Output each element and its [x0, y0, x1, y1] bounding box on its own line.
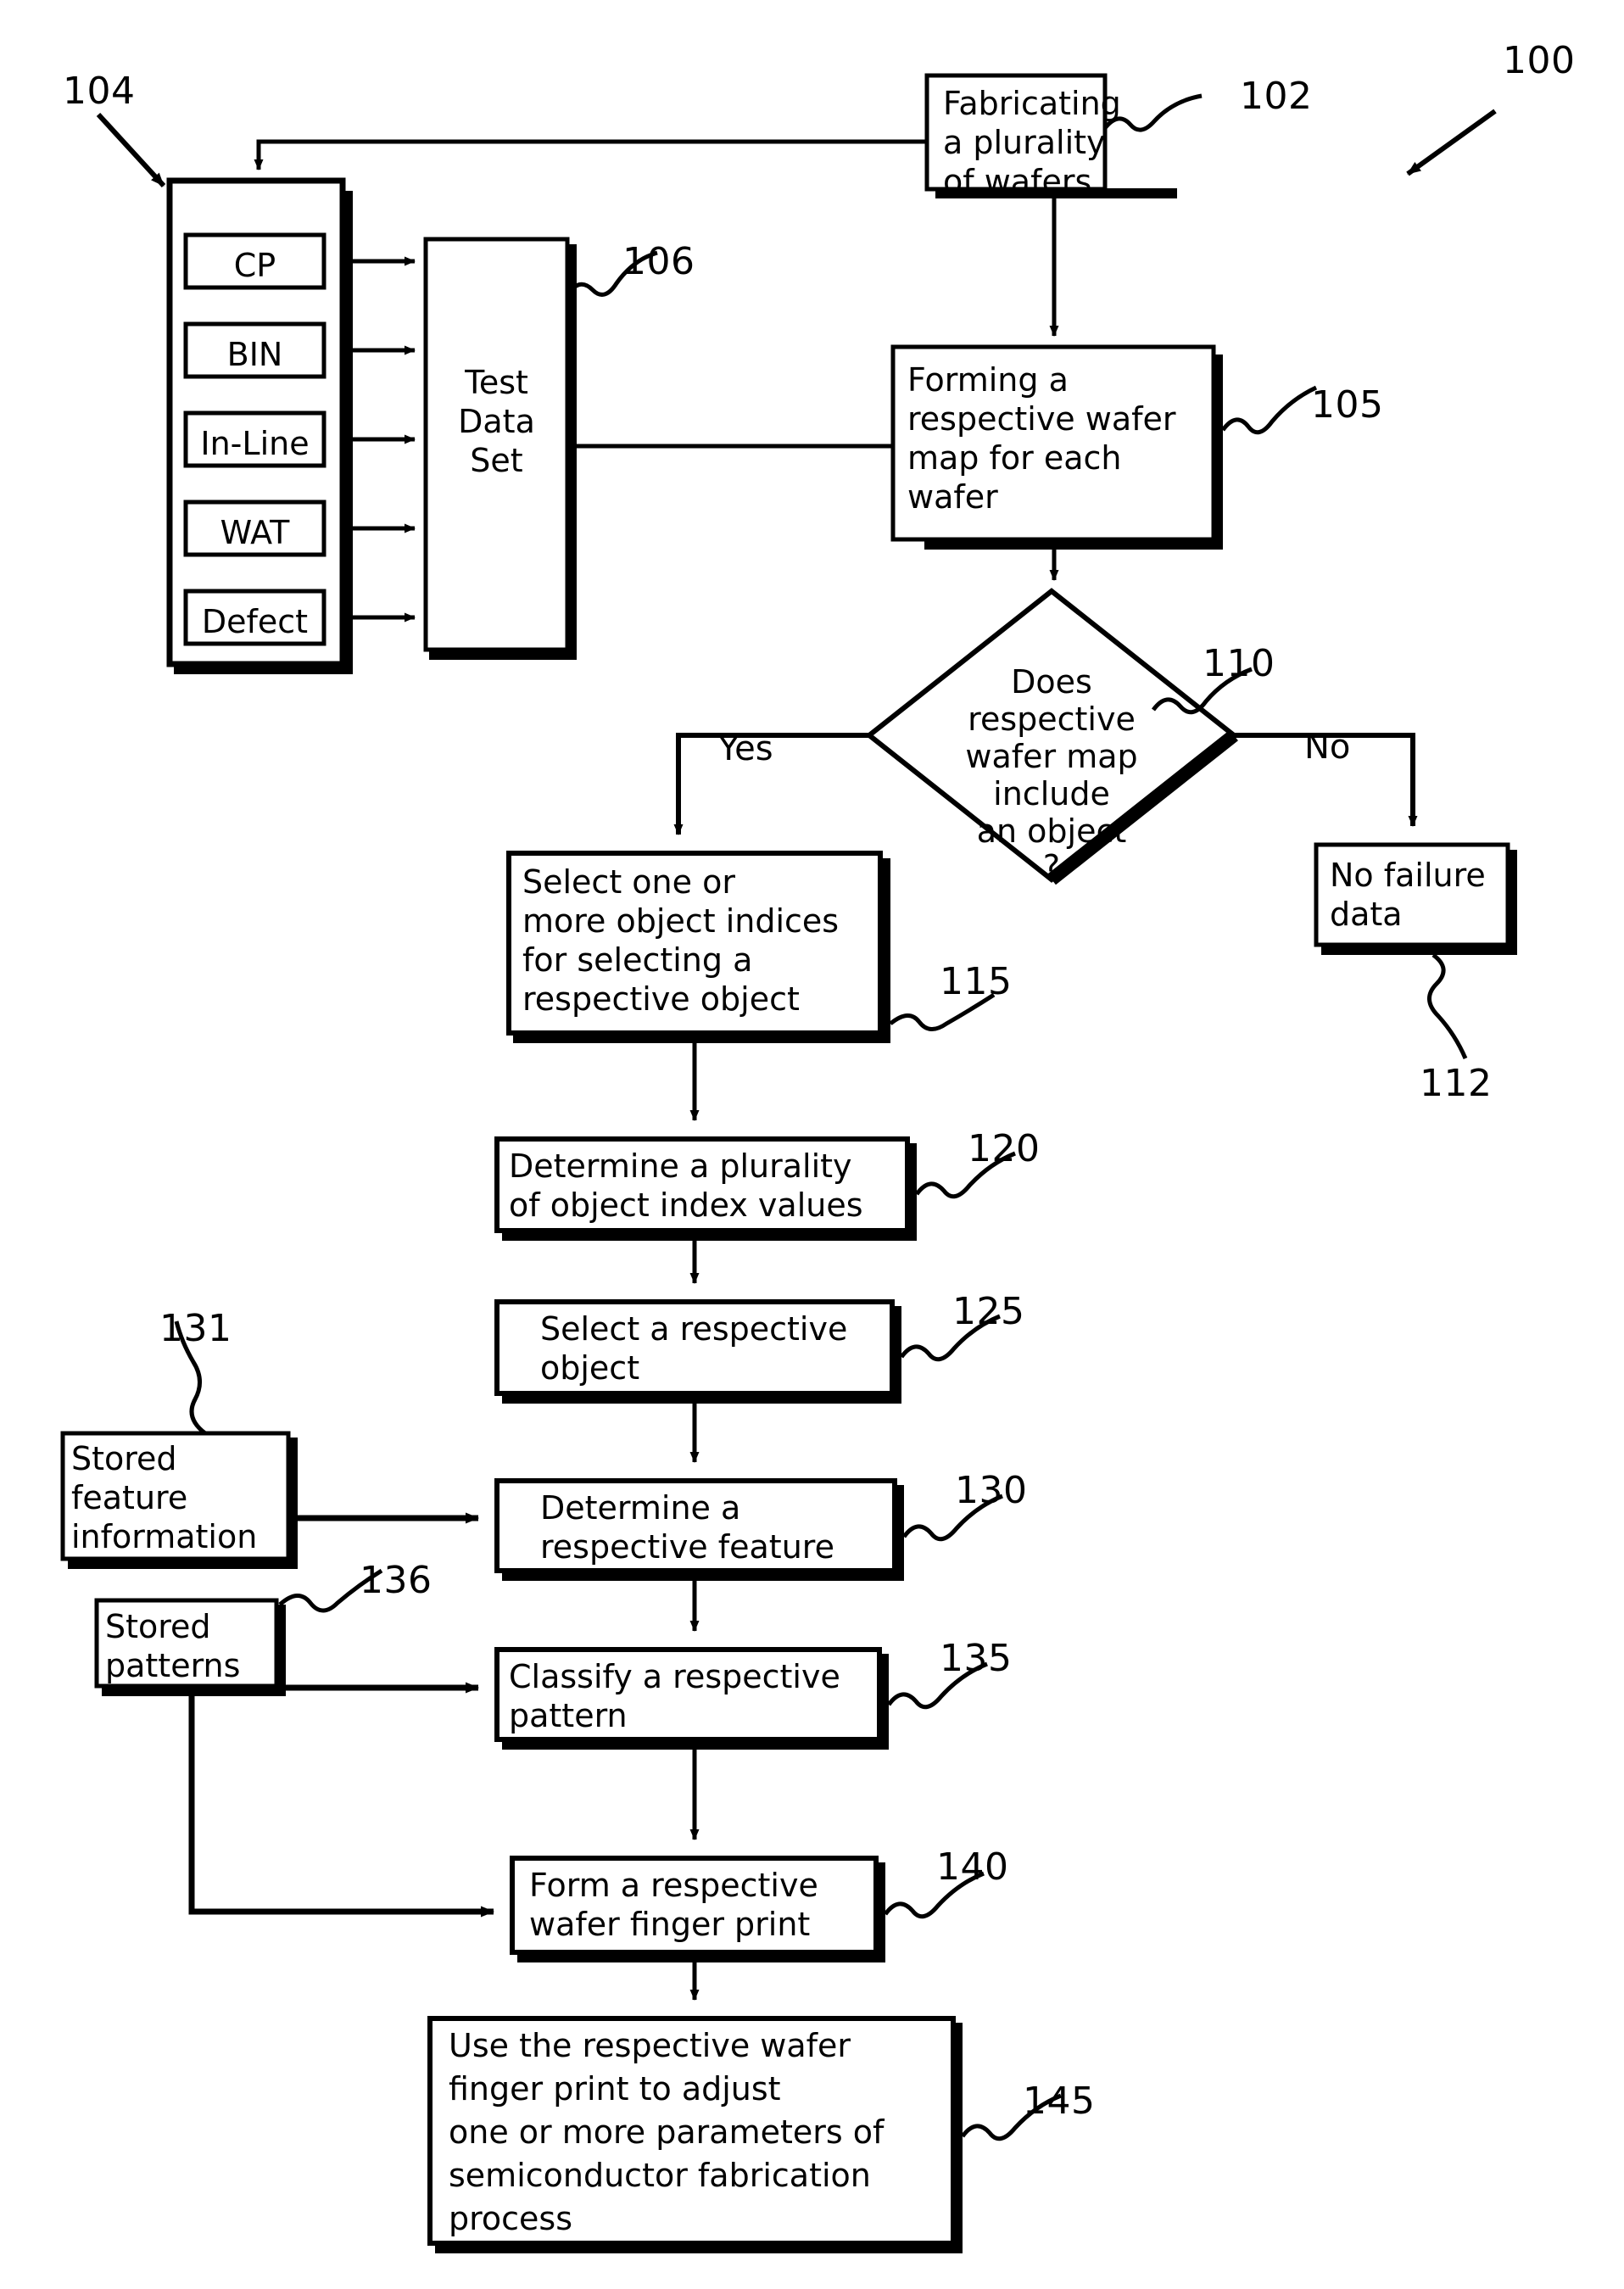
figure-canvas: 100 Fabricating a plurality of wafers 10… [0, 0, 1624, 2289]
flowchart-vector-layer [60, 73, 1517, 2253]
